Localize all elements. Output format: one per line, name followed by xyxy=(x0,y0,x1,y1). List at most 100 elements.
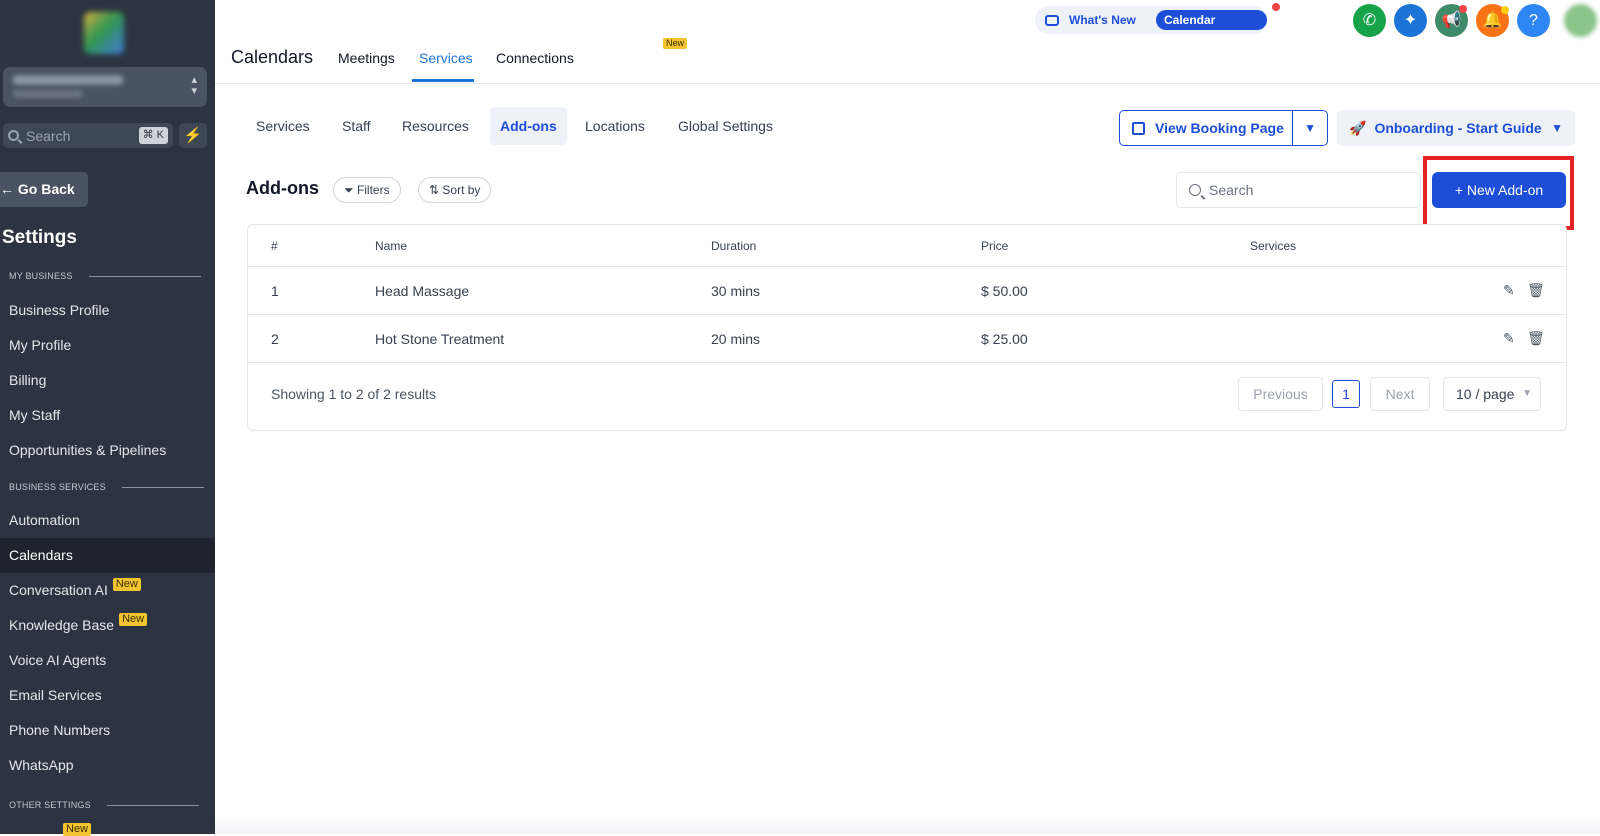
sidebar-item-my-profile[interactable]: My Profile xyxy=(0,328,215,363)
avatar[interactable] xyxy=(1564,4,1597,37)
top-header: Calendars Meetings New Services Connecti… xyxy=(215,0,1600,84)
subtab-resources[interactable]: Resources xyxy=(392,107,479,145)
go-back-button[interactable]: ← Go Back xyxy=(0,172,88,207)
magic-wand-icon[interactable]: ✦ xyxy=(1394,4,1427,37)
section-business-services: BUSINESS SERVICES xyxy=(9,482,204,492)
cell-duration: 30 mins xyxy=(711,283,761,299)
search-icon xyxy=(8,130,19,141)
section-label: MY BUSINESS xyxy=(9,271,73,281)
new-badge: New xyxy=(663,38,688,49)
section-label: BUSINESS SERVICES xyxy=(9,482,106,492)
edit-icon[interactable]: ✎ xyxy=(1503,330,1515,347)
filter-icon: ⏷ xyxy=(344,183,357,197)
trash-icon[interactable]: 🗑 xyxy=(1527,330,1545,347)
page-bottom-shade xyxy=(215,815,1600,834)
sort-icon: ⇅ xyxy=(429,183,443,197)
previous-page-button[interactable]: Previous xyxy=(1238,377,1323,411)
account-sub-blurred xyxy=(13,90,83,98)
help-icon[interactable]: ? xyxy=(1517,4,1550,37)
page-size-select[interactable]: 10 / page ▼ xyxy=(1443,377,1541,411)
whats-new-button[interactable]: What's New Calendar Updates xyxy=(1035,3,1280,47)
sidebar-item-voice-ai[interactable]: Voice AI Agents xyxy=(0,643,215,678)
tab-services[interactable]: Services xyxy=(419,50,473,66)
add-ons-table: # Name Duration Price Services 1 Head Ma… xyxy=(247,224,1567,431)
sidebar-item-calendars[interactable]: Calendars xyxy=(0,538,215,573)
divider xyxy=(121,486,204,488)
sidebar-item-email-services[interactable]: Email Services xyxy=(0,678,215,713)
divider xyxy=(106,804,199,806)
section-other-settings: OTHER SETTINGS xyxy=(9,800,199,810)
sidebar-item-label: Conversation AI xyxy=(9,582,108,598)
account-switcher[interactable]: ▴ ▾ xyxy=(3,67,207,107)
cell-name: Hot Stone Treatment xyxy=(375,331,505,347)
tab-meetings[interactable]: Meetings xyxy=(338,50,395,66)
sidebar-item-billing[interactable]: Billing xyxy=(0,363,215,398)
whats-new-label: What's New xyxy=(1069,13,1136,27)
view-booking-page-button[interactable]: View Booking Page xyxy=(1120,111,1294,145)
subtab-staff[interactable]: Staff xyxy=(332,107,381,145)
notification-dot xyxy=(1459,5,1467,13)
search-icon xyxy=(1189,184,1201,196)
sidebar-search[interactable]: Search ⌘ K xyxy=(3,123,173,148)
calendar-updates-badge[interactable]: Calendar Updates xyxy=(1156,10,1267,47)
external-link-icon xyxy=(1132,121,1145,135)
sidebar: ▴ ▾ Search ⌘ K ⚡ ← Go Back Settings MY BU… xyxy=(0,0,215,836)
chat-icon xyxy=(1045,14,1059,26)
sidebar-item-business-profile[interactable]: Business Profile xyxy=(0,293,215,328)
tab-connections[interactable]: Connections xyxy=(496,50,574,66)
results-summary: Showing 1 to 2 of 2 results xyxy=(271,386,436,402)
column-header-number: # xyxy=(271,239,278,253)
section-heading: Add-ons xyxy=(246,178,319,198)
divider xyxy=(88,275,201,277)
edit-icon[interactable]: ✎ xyxy=(1503,282,1515,299)
cell-price: $ 25.00 xyxy=(981,331,1028,347)
sidebar-item-conversation-ai[interactable]: Conversation AI New xyxy=(0,573,215,608)
rocket-icon: 🚀 xyxy=(1349,120,1367,136)
search-placeholder: Search xyxy=(1209,182,1254,198)
subtab-locations[interactable]: Locations xyxy=(575,107,655,145)
subtab-global-settings[interactable]: Global Settings xyxy=(668,107,783,145)
highlight-annotation-box xyxy=(1423,156,1574,230)
subtab-services[interactable]: Services xyxy=(246,107,320,145)
new-badge: New xyxy=(63,823,92,836)
sort-by-button[interactable]: ⇅ Sort by xyxy=(418,177,492,203)
view-booking-page-button-group: View Booking Page ▼ xyxy=(1119,110,1328,146)
onboarding-guide-button[interactable]: 🚀 Onboarding - Start Guide ▼ xyxy=(1337,110,1575,146)
next-page-button[interactable]: Next xyxy=(1370,377,1430,411)
sidebar-item-opportunities[interactable]: Opportunities & Pipelines xyxy=(0,433,215,468)
sidebar-item-phone-numbers[interactable]: Phone Numbers xyxy=(0,713,215,748)
subtab-add-ons[interactable]: Add-ons xyxy=(490,107,567,145)
chevron-updown-icon: ▴ ▾ xyxy=(191,74,197,97)
notification-dot xyxy=(1272,3,1280,11)
sidebar-item-automation[interactable]: Automation xyxy=(0,503,215,538)
sidebar-item-knowledge-base[interactable]: Knowledge Base New xyxy=(0,608,215,643)
sidebar-title: Settings xyxy=(2,227,77,248)
phone-icon[interactable]: ✆ xyxy=(1353,4,1386,37)
onboarding-label: Onboarding - Start Guide xyxy=(1374,120,1542,136)
cell-number: 1 xyxy=(271,283,279,299)
cell-name: Head Massage xyxy=(375,283,470,299)
table-row[interactable]: 1 Head Massage 30 mins $ 50.00 ✎ 🗑 xyxy=(248,267,1566,314)
page-title: Calendars xyxy=(231,47,314,67)
filters-button[interactable]: ⏷ Filters xyxy=(333,177,401,203)
company-logo xyxy=(84,12,124,54)
cell-duration: 20 mins xyxy=(711,331,761,347)
lightning-icon[interactable]: ⚡ xyxy=(179,123,207,148)
cell-number: 2 xyxy=(271,331,279,347)
divider xyxy=(248,362,1566,363)
page-number-button[interactable]: 1 xyxy=(1332,380,1360,408)
trash-icon[interactable]: 🗑 xyxy=(1527,282,1545,299)
sidebar-item-my-staff[interactable]: My Staff xyxy=(0,398,215,433)
search-input[interactable]: Search xyxy=(1176,172,1421,208)
view-booking-label: View Booking Page xyxy=(1155,120,1284,136)
chevron-down-icon: ▼ xyxy=(1551,121,1563,135)
sidebar-item-label: Knowledge Base xyxy=(9,617,115,633)
chevron-down-icon: ▼ xyxy=(1522,388,1532,399)
column-header-services: Services xyxy=(1250,239,1297,253)
sidebar-item-whatsapp[interactable]: WhatsApp xyxy=(0,748,215,783)
chevron-down-icon[interactable]: ▼ xyxy=(1293,121,1327,135)
cell-price: $ 50.00 xyxy=(981,283,1028,299)
table-row[interactable]: 2 Hot Stone Treatment 20 mins $ 25.00 ✎ … xyxy=(248,315,1566,362)
keyboard-shortcut-badge: ⌘ K xyxy=(138,127,168,144)
sort-label: Sort by xyxy=(442,183,481,197)
